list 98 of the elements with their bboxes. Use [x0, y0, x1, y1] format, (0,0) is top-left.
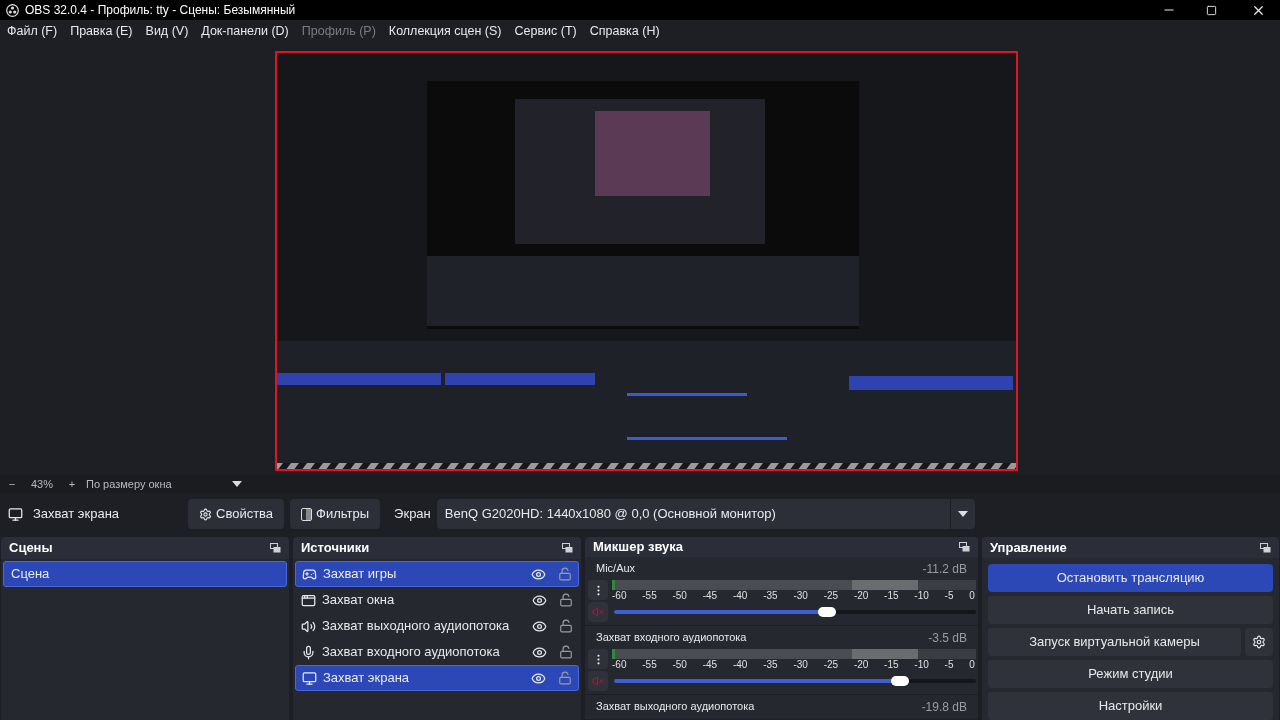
scale-label: -30 — [793, 590, 808, 602]
restore-icon[interactable] — [1206, 4, 1217, 16]
undock-icon[interactable] — [562, 543, 573, 553]
window-icon — [301, 592, 316, 608]
control-button[interactable]: Начать запись — [988, 596, 1273, 624]
unlock-icon[interactable] — [559, 593, 573, 607]
control-button[interactable]: Запуск виртуальной камеры — [988, 628, 1241, 656]
unlock-icon[interactable] — [558, 671, 572, 685]
unlock-icon[interactable] — [559, 645, 573, 659]
scale-label: -40 — [732, 590, 748, 602]
source-item[interactable]: Захват выходного аудиопотока — [295, 613, 579, 639]
control-button[interactable]: Настройки — [988, 692, 1273, 720]
menu-item[interactable]: Док-панели (D) — [201, 22, 289, 41]
dock-title: Источники — [301, 539, 370, 558]
unlock-icon[interactable] — [559, 619, 573, 633]
scale-label: -10 — [914, 590, 929, 602]
dropdown-caret-icon[interactable] — [232, 481, 242, 487]
window-title: OBS 32.0.4 - Профиль: tty - Сцены: Безымянный — [25, 2, 297, 19]
app-logo-icon — [6, 3, 19, 17]
volume-slider-thumb[interactable] — [890, 676, 909, 686]
channel-reading: -3.5 dB — [928, 630, 967, 647]
dock-title: Управление — [990, 538, 1067, 557]
undock-icon[interactable] — [1260, 542, 1271, 553]
unlock-icon[interactable] — [558, 567, 572, 581]
monitor-icon — [302, 670, 317, 686]
dropdown-caret-icon — [957, 511, 968, 517]
scale-label: -20 — [853, 590, 869, 602]
scale-label: -55 — [642, 590, 657, 602]
scale-label: -35 — [763, 659, 778, 671]
dock-title: Сцены — [9, 539, 53, 558]
scale-label: 0 — [969, 590, 975, 602]
fit-mode-label: По размеру окна — [86, 476, 173, 492]
scale-label: -25 — [823, 659, 839, 671]
zoom-in-button[interactable]: + — [60, 475, 84, 493]
scale-label: -45 — [702, 659, 718, 671]
channel-reading: -19.8 dB — [921, 699, 967, 716]
source-item[interactable]: Захват окна — [295, 587, 579, 613]
scale-label: -15 — [884, 590, 899, 602]
visibility-icon[interactable] — [531, 670, 546, 686]
source-item[interactable]: Захват экрана — [295, 665, 579, 691]
microphone-icon — [301, 644, 316, 660]
scale-label: -5 — [944, 590, 954, 602]
volume-slider-thumb[interactable] — [818, 607, 837, 617]
scale-label: -15 — [884, 659, 899, 671]
scale-label: -10 — [914, 659, 929, 671]
channel-name: Захват входного аудиопотока — [596, 630, 747, 645]
source-item[interactable]: Захват входного аудиопотока — [295, 639, 579, 665]
channel-name: Захват выходного аудиопотока — [596, 699, 755, 714]
menu-item[interactable]: Справка (H) — [589, 22, 660, 41]
channel-menu-button[interactable] — [588, 580, 608, 600]
scale-label: -30 — [793, 659, 808, 671]
visibility-icon[interactable] — [532, 592, 547, 608]
scale-label: -50 — [672, 590, 687, 602]
scale-label: -25 — [823, 590, 839, 602]
channel-menu-button[interactable] — [588, 649, 608, 669]
menu-item[interactable]: Вид (V) — [145, 22, 189, 41]
visibility-icon[interactable] — [532, 618, 547, 634]
scale-label: -5 — [944, 659, 954, 671]
gear-icon — [199, 507, 212, 521]
virtual-camera-settings-button[interactable] — [1245, 628, 1273, 656]
undock-icon[interactable] — [959, 542, 970, 552]
menu-item[interactable]: Сервис (T) — [514, 22, 577, 41]
scale-label: -40 — [732, 659, 748, 671]
zoom-out-button[interactable]: − — [0, 475, 24, 493]
monitor-icon — [8, 506, 23, 522]
zoom-level: 43% — [30, 476, 54, 492]
menu-item[interactable]: Файл (F) — [7, 22, 58, 41]
scale-label: -45 — [702, 590, 718, 602]
filters-button[interactable]: Фильтры — [290, 499, 381, 529]
screen-label: Экран — [394, 505, 431, 524]
scale-label: 0 — [969, 659, 975, 671]
visibility-icon[interactable] — [531, 566, 546, 582]
channel-reading: -11.2 dB — [922, 561, 967, 578]
filter-icon — [301, 507, 313, 521]
scale-label: -35 — [763, 590, 778, 602]
scene-item[interactable]: Сцена — [3, 561, 287, 587]
muted-speaker-icon — [592, 675, 604, 687]
undock-icon[interactable] — [270, 543, 281, 553]
muted-speaker-icon — [592, 606, 604, 618]
visibility-icon[interactable] — [532, 644, 547, 660]
gamepad-icon — [302, 566, 317, 582]
menu-item[interactable]: Коллекция сцен (S) — [388, 22, 502, 41]
channel-name: Mic/Aux — [596, 561, 636, 576]
speaker-icon — [301, 618, 316, 634]
source-item[interactable]: Захват игры — [295, 561, 579, 587]
current-source-label: Захват экрана — [33, 505, 121, 524]
scale-label: -55 — [642, 659, 657, 671]
gear-icon — [1252, 635, 1266, 649]
control-button[interactable]: Режим студии — [988, 660, 1273, 688]
screen-dropdown[interactable]: BenQ G2020HD: 1440x1080 @ 0,0 (Основной монитор) — [436, 499, 975, 529]
scale-label: -60 — [612, 590, 627, 602]
dock-title: Микшер звука — [593, 538, 684, 557]
scale-label: -20 — [853, 659, 869, 671]
properties-button[interactable]: Свойства — [188, 499, 285, 529]
scale-label: -60 — [612, 659, 627, 671]
scale-label: -50 — [672, 659, 687, 671]
menu-item[interactable]: Правка (E) — [70, 22, 133, 41]
control-button[interactable]: Остановить трансляцию — [988, 564, 1273, 592]
